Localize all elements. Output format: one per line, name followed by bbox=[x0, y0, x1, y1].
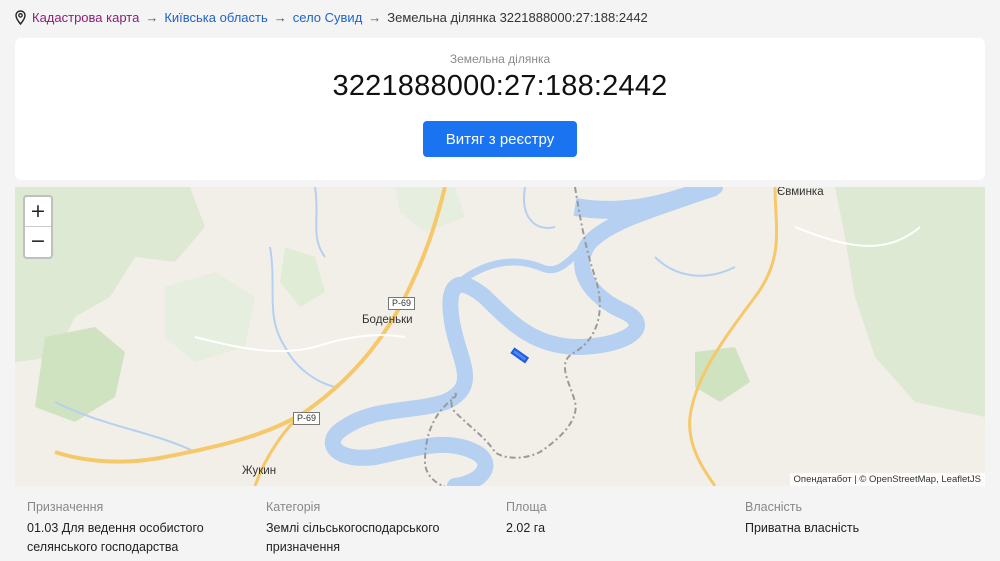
detail-category-value: Землі сільськогосподарського призначення bbox=[266, 521, 440, 554]
breadcrumb-separator: → bbox=[145, 9, 159, 25]
detail-category-label: Категорія bbox=[266, 500, 321, 514]
breadcrumb-village[interactable]: село Сувид bbox=[293, 10, 363, 25]
place-label-bodenky: Боденьки bbox=[362, 314, 413, 326]
detail-purpose: Призначення 01.03 Для ведення особистого… bbox=[27, 500, 247, 557]
parcel-details: Призначення 01.03 Для ведення особистого… bbox=[27, 500, 987, 561]
place-label-yevmynka: Євминка bbox=[777, 187, 824, 198]
breadcrumb-cadastral-map[interactable]: Кадастрова карта bbox=[32, 10, 139, 25]
breadcrumb-separator: → bbox=[368, 9, 382, 25]
detail-area: Площа 2.02 га bbox=[506, 500, 726, 538]
zoom-control: + − bbox=[23, 195, 53, 259]
road-shield: Р-69 bbox=[388, 297, 416, 310]
breadcrumb-separator: → bbox=[273, 9, 287, 25]
road-shield: Р-69 bbox=[293, 412, 321, 425]
map-attribution: Опендатабот | © OpenStreetMap, LeafletJS bbox=[789, 473, 985, 486]
attribution-provider-link[interactable]: Опендатабот bbox=[794, 474, 852, 485]
breadcrumb-current: Земельна ділянка 3221888000:27:188:2442 bbox=[387, 9, 648, 25]
detail-area-value: 2.02 га bbox=[506, 521, 546, 535]
attribution-leaflet-link[interactable]: LeafletJS bbox=[941, 474, 981, 485]
detail-category: Категорія Землі сільськогосподарського п… bbox=[266, 500, 486, 557]
attribution-osm-link[interactable]: OpenStreetMap bbox=[869, 474, 936, 485]
map-tiles[interactable] bbox=[15, 187, 985, 486]
detail-ownership: Власність Приватна власність bbox=[745, 500, 965, 538]
detail-area-label: Площа bbox=[506, 500, 547, 514]
registry-extract-button[interactable]: Витяг з реєстру bbox=[423, 121, 577, 157]
parcel-subtitle: Земельна ділянка bbox=[449, 52, 551, 66]
place-label-zhukyn: Жукин bbox=[242, 465, 277, 477]
detail-ownership-value: Приватна власність bbox=[745, 521, 860, 535]
map-pin-icon bbox=[14, 9, 27, 25]
breadcrumb-region[interactable]: Київська область bbox=[164, 10, 267, 25]
breadcrumb: Кадастрова карта → Київська область → се… bbox=[14, 9, 648, 25]
zoom-out-button[interactable]: − bbox=[25, 227, 51, 257]
attribution-separator: | © bbox=[851, 474, 870, 485]
detail-purpose-value: 01.03 Для ведення особистого селянського… bbox=[27, 521, 204, 554]
detail-ownership-label: Власність bbox=[745, 500, 803, 514]
zoom-in-button[interactable]: + bbox=[25, 197, 51, 227]
parcel-header-card: Земельна ділянка 3221888000:27:188:2442 … bbox=[15, 38, 985, 180]
parcel-map[interactable]: + − Боденьки Жукин Євминка Р-69 Р-69 Опе… bbox=[15, 187, 985, 486]
detail-purpose-label: Призначення bbox=[27, 500, 104, 514]
cadastral-number: 3221888000:27:188:2442 bbox=[332, 70, 668, 102]
